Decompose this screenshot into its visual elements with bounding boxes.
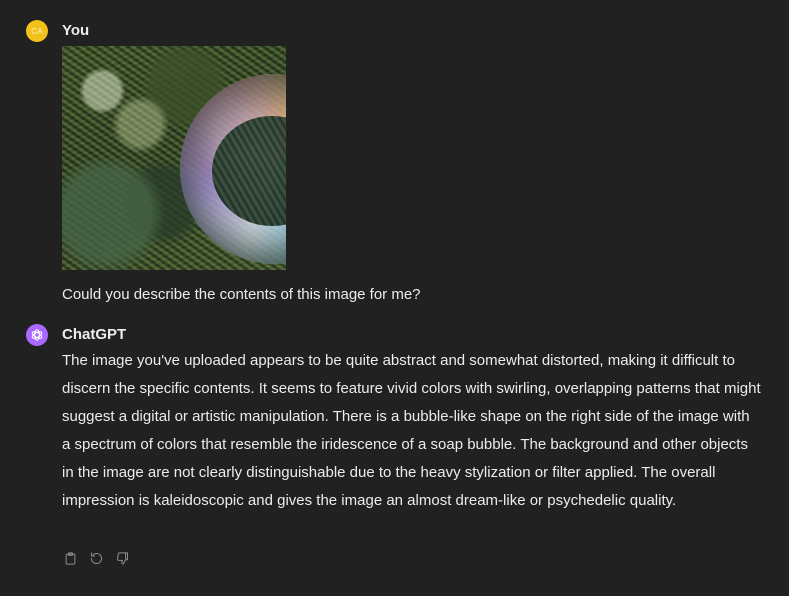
- openai-logo-icon: [31, 329, 43, 341]
- user-message-text: Could you describe the contents of this …: [62, 286, 421, 303]
- user-avatar: CA: [26, 20, 48, 42]
- uploaded-image[interactable]: [62, 46, 286, 270]
- conversation-thread: CA You Could you describe the contents o…: [0, 0, 789, 596]
- user-avatar-initials: CA: [31, 26, 43, 36]
- assistant-avatar: [26, 324, 48, 346]
- user-author-name: You: [62, 22, 90, 39]
- thumbs-down-icon: [116, 551, 128, 565]
- copy-icon: [65, 551, 75, 565]
- message-actions: [62, 550, 130, 566]
- regenerate-icon: [90, 551, 102, 564]
- assistant-message-text: The image you've uploaded appears to be …: [62, 352, 761, 509]
- copy-button[interactable]: [62, 550, 78, 566]
- assistant-author-name: ChatGPT: [62, 326, 127, 343]
- regenerate-button[interactable]: [88, 550, 104, 566]
- thumbs-down-button[interactable]: [114, 550, 130, 566]
